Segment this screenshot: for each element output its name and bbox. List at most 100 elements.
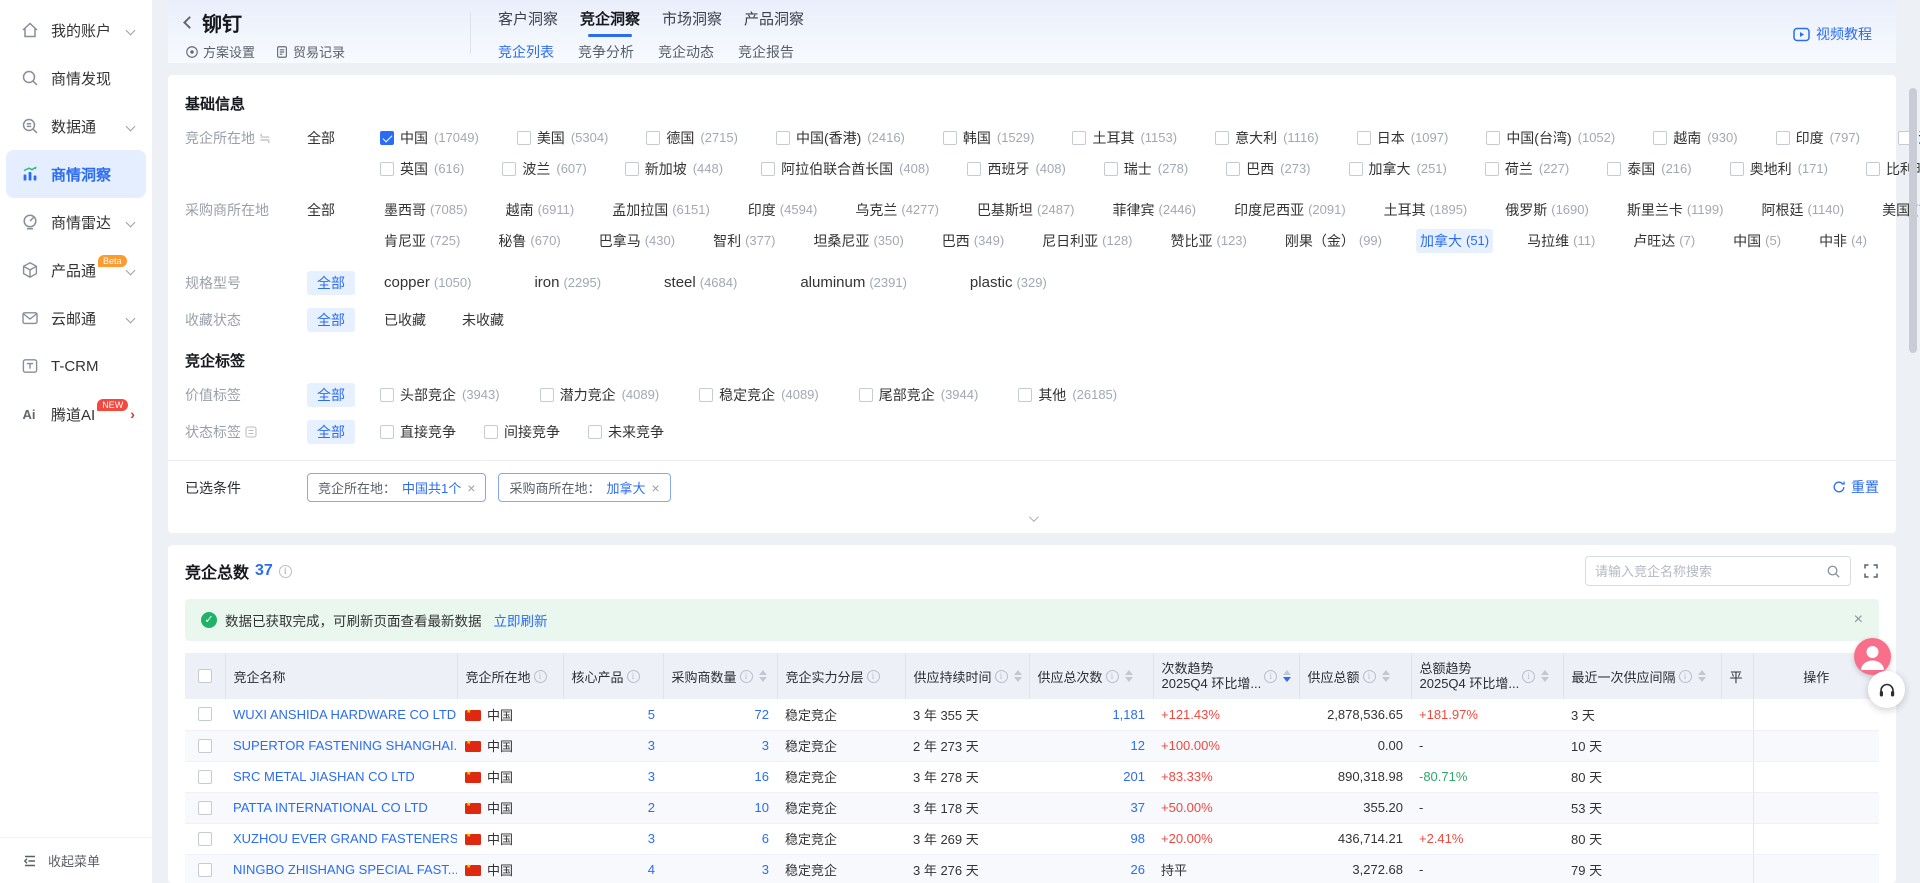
supply-count-value[interactable]: 98: [1131, 831, 1145, 846]
spec-option[interactable]: iron(2295): [530, 271, 605, 295]
buyer-option[interactable]: 巴基斯坦(2487): [973, 198, 1079, 222]
checkbox[interactable]: [588, 425, 602, 439]
buyer-option[interactable]: 越南(6911): [502, 198, 579, 222]
country-option[interactable]: 潜力竞企(4089): [540, 383, 660, 407]
spec-option[interactable]: aluminum(2391): [796, 271, 911, 295]
tag-list-icon[interactable]: [245, 426, 257, 438]
company-name-link[interactable]: XUZHOU EVER GRAND FASTENERS...: [233, 831, 457, 846]
core-products-value[interactable]: 4: [648, 862, 655, 877]
checkbox[interactable]: [967, 162, 981, 176]
buyer-option[interactable]: 马拉维(11): [1523, 229, 1599, 253]
value-tags-all-chip[interactable]: 全部: [307, 383, 355, 407]
checkbox[interactable]: [1730, 162, 1744, 176]
buyer-option[interactable]: 中国(5): [1729, 229, 1785, 253]
buyer-option[interactable]: 墨西哥(7085): [380, 198, 472, 222]
checkbox[interactable]: [859, 388, 873, 402]
buyer-option[interactable]: 土耳其(1895): [1380, 198, 1472, 222]
sidebar-item-mail[interactable]: 云邮通: [6, 294, 146, 342]
supply-count-value[interactable]: 26: [1131, 862, 1145, 877]
checkbox[interactable]: [699, 388, 713, 402]
country-option[interactable]: 巴西(273): [1226, 157, 1310, 181]
supply-count-value[interactable]: 12: [1131, 738, 1145, 753]
sort-desc-icon[interactable]: [1125, 677, 1133, 682]
sort-icons[interactable]: [1283, 670, 1291, 682]
back-icon[interactable]: [183, 16, 196, 29]
info-icon[interactable]: i: [1522, 670, 1535, 683]
core-products-value[interactable]: 5: [648, 707, 655, 722]
buyer-option[interactable]: 俄罗斯(1690): [1501, 198, 1593, 222]
banner-close-icon[interactable]: ×: [1854, 611, 1863, 629]
favorite-status-all-chip[interactable]: 全部: [307, 308, 355, 332]
buyer-option[interactable]: 斯里兰卡(1199): [1623, 198, 1728, 222]
plan-settings-button[interactable]: 方案设置: [185, 42, 255, 61]
sort-asc-icon[interactable]: [1382, 670, 1390, 675]
row-checkbox[interactable]: [198, 863, 212, 877]
buyer-option[interactable]: 赞比亚(123): [1167, 229, 1251, 253]
checkbox[interactable]: [502, 162, 516, 176]
sort-desc-icon[interactable]: [1382, 677, 1390, 682]
checkbox[interactable]: [380, 388, 394, 402]
info-icon[interactable]: i: [1363, 670, 1376, 683]
buyer-option[interactable]: 刚果（金）(99): [1281, 229, 1386, 253]
collapse-filter-button[interactable]: [1002, 515, 1062, 531]
supply-count-value[interactable]: 37: [1131, 800, 1145, 815]
sort-desc-icon[interactable]: [1698, 677, 1706, 682]
core-products-value[interactable]: 2: [648, 800, 655, 815]
country-option[interactable]: 德国(2715): [646, 126, 738, 150]
country-option[interactable]: 日本(1097): [1357, 126, 1449, 150]
country-option[interactable]: 韩国(1529): [943, 126, 1035, 150]
buyer-option[interactable]: 印度(4594): [744, 198, 822, 222]
checkbox[interactable]: [1349, 162, 1363, 176]
info-icon[interactable]: i: [740, 670, 753, 683]
sidebar-item-discover[interactable]: 商情发现: [6, 54, 146, 102]
country-option[interactable]: 波兰(607): [502, 157, 586, 181]
checkbox[interactable]: [1072, 131, 1086, 145]
supply-count-value[interactable]: 201: [1123, 769, 1145, 784]
checkbox[interactable]: [1607, 162, 1621, 176]
buyer-location-all[interactable]: 全部: [307, 202, 335, 218]
checkbox[interactable]: [1104, 162, 1118, 176]
buyer-option[interactable]: 乌克兰(4277): [851, 198, 943, 222]
subtab-竞企动态[interactable]: 竞企动态: [658, 42, 714, 62]
sort-icons[interactable]: [1698, 670, 1706, 682]
buyer-option[interactable]: 巴西(349): [938, 229, 1008, 253]
country-option[interactable]: 头部竞企(3943): [380, 383, 500, 407]
sort-icons[interactable]: [1382, 670, 1390, 682]
checkbox[interactable]: [1215, 131, 1229, 145]
core-products-value[interactable]: 3: [648, 738, 655, 753]
tab-客户洞察[interactable]: 客户洞察: [498, 8, 558, 37]
sort-asc-icon[interactable]: [759, 670, 767, 675]
checkbox[interactable]: [517, 131, 531, 145]
checkbox[interactable]: [1485, 162, 1499, 176]
checkbox[interactable]: [943, 131, 957, 145]
favorite-option[interactable]: 未收藏: [458, 308, 508, 332]
checkbox[interactable]: [776, 131, 790, 145]
buyer-option[interactable]: 坦桑尼亚(350): [809, 229, 907, 253]
company-name-link[interactable]: SUPERTOR FASTENING SHANGHAI...: [233, 738, 457, 753]
sidebar-item-insight[interactable]: 商情洞察: [6, 150, 146, 198]
country-option[interactable]: 中国(台湾)(1052): [1486, 126, 1615, 150]
reset-button[interactable]: 重置: [1832, 477, 1879, 497]
buyer-count-value[interactable]: 16: [755, 769, 769, 784]
spec-option[interactable]: copper(1050): [380, 271, 475, 295]
country-option[interactable]: 尾部竞企(3944): [859, 383, 979, 407]
buyer-option[interactable]: 秘鲁(670): [494, 229, 564, 253]
sidebar-item-tcrm[interactable]: T-CRM: [6, 342, 146, 390]
company-name-link[interactable]: WUXI ANSHIDA HARDWARE CO LTD: [233, 707, 456, 722]
info-icon[interactable]: i: [1106, 670, 1119, 683]
sort-icons[interactable]: [1541, 670, 1549, 682]
country-option[interactable]: 间接竞争: [484, 420, 560, 444]
checkbox[interactable]: [1776, 131, 1790, 145]
company-name-link[interactable]: NINGBO ZHISHANG SPECIAL FAST...: [233, 862, 457, 877]
sort-icons[interactable]: [1125, 670, 1133, 682]
country-option[interactable]: 西班牙(408): [967, 157, 1065, 181]
core-products-value[interactable]: 3: [648, 769, 655, 784]
buyer-option[interactable]: 肯尼亚(725): [380, 229, 464, 253]
sort-desc-icon[interactable]: [1014, 677, 1022, 682]
info-icon[interactable]: i: [534, 670, 547, 683]
sidebar-item-radar[interactable]: 商情雷达: [6, 198, 146, 246]
sort-asc-icon[interactable]: [1125, 670, 1133, 675]
checkbox[interactable]: [540, 388, 554, 402]
headset-icon[interactable]: [1868, 671, 1905, 708]
buyer-option[interactable]: 中非(4): [1815, 229, 1871, 253]
